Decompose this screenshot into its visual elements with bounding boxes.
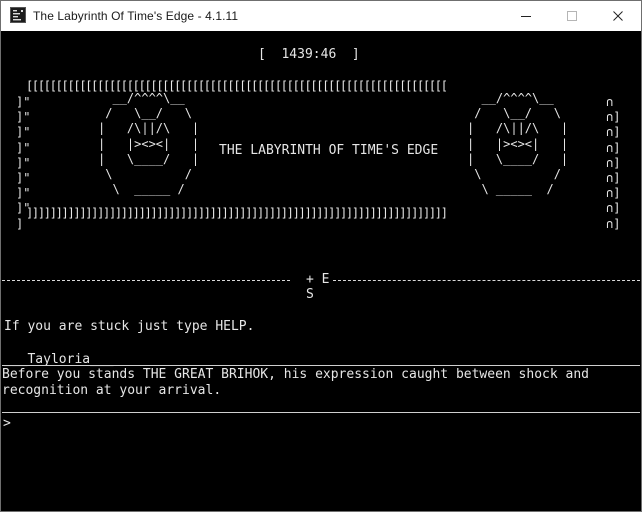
game-window: The Labyrinth Of Time's Edge - 4.1.11 [ … <box>0 0 642 512</box>
minimize-icon <box>521 16 531 17</box>
divider-right <box>333 280 640 281</box>
command-prompt: > <box>3 416 11 431</box>
divider-left <box>2 280 290 281</box>
game-timer: [ 1439:46 ] <box>258 47 360 62</box>
terminal-app-icon <box>10 7 26 23</box>
title-bar[interactable]: The Labyrinth Of Time's Edge - 4.1.11 <box>1 1 641 31</box>
terminal-output: [ 1439:46 ] [[[[[[[[[[[[[[[[[[[[[[[[[[[[… <box>1 31 641 511</box>
ascii-face-left: __/^^^^\__ / \__/ \ | /\||/\ | | |><><| … <box>98 91 200 197</box>
close-icon <box>613 11 623 21</box>
room-description: Before you stands THE GREAT BRIHOK, his … <box>2 367 589 398</box>
input-separator <box>2 412 640 413</box>
maximize-button[interactable] <box>549 1 595 31</box>
maximize-icon <box>567 11 577 21</box>
compass-exits-south: S <box>306 287 314 302</box>
ascii-face-right: __/^^^^\__ / \__/ \ | /\||/\ | | |><><| … <box>467 91 569 197</box>
banner-bottom-border: ]]]]]]]]]]]]]]]]]]]]]]]]]]]]]]]]]]]]]]]]… <box>26 206 448 220</box>
help-hint: If you are stuck just type HELP. <box>4 319 255 334</box>
minimize-button[interactable] <box>503 1 549 31</box>
compass-exits-east: + E <box>306 272 330 287</box>
window-title: The Labyrinth Of Time's Edge - 4.1.11 <box>33 9 239 23</box>
close-button[interactable] <box>595 1 641 31</box>
command-input[interactable] <box>15 414 635 432</box>
banner-title: THE LABYRINTH OF TIME'S EDGE <box>219 143 439 158</box>
room-separator <box>2 365 640 366</box>
